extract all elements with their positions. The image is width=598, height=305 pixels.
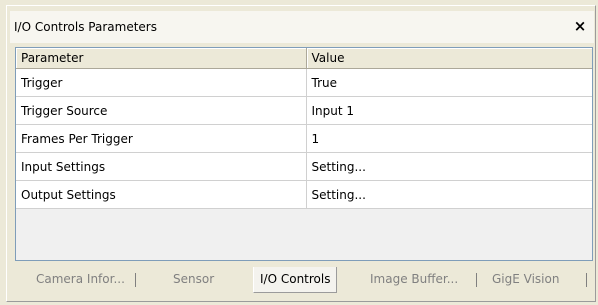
table-row[interactable]: Input Settings Setting... [16, 152, 592, 181]
parameter-grid: Parameter Value Trigger True Trigger Sou… [15, 47, 593, 261]
parameter-name-cell: Input Settings [16, 152, 307, 181]
close-icon[interactable]: × [572, 17, 588, 35]
table-row[interactable]: Trigger Source Input 1 [16, 96, 592, 125]
tab-image-buffer[interactable]: Image Buffer... [370, 268, 458, 292]
panel-title: I/O Controls Parameters [14, 20, 157, 34]
tab-camera-info[interactable]: Camera Infor... [36, 268, 125, 292]
title-bar: I/O Controls Parameters × [10, 11, 594, 43]
parameter-value-cell[interactable]: Input 1 [306, 96, 592, 125]
tab-separator [135, 273, 136, 287]
parameter-table: Parameter Value Trigger True Trigger Sou… [16, 48, 592, 209]
parameter-value-cell[interactable]: True [306, 68, 592, 97]
parameter-name-cell: Output Settings [16, 180, 307, 209]
tab-strip: Camera Infor... Sensor I/O Controls Imag… [10, 262, 594, 298]
table-row[interactable]: Output Settings Setting... [16, 180, 592, 209]
tab-gige-vision[interactable]: GigE Vision [492, 268, 559, 292]
column-header-parameter[interactable]: Parameter [16, 48, 307, 69]
parameter-value-cell[interactable]: Setting... [306, 180, 592, 209]
tab-io-controls[interactable]: I/O Controls [253, 267, 338, 293]
parameter-name-cell: Trigger [16, 68, 307, 97]
parameter-name-cell: Trigger Source [16, 96, 307, 125]
tab-separator [476, 273, 477, 287]
table-row[interactable]: Frames Per Trigger 1 [16, 124, 592, 153]
io-controls-panel: I/O Controls Parameters × Parameter Valu… [0, 0, 598, 305]
parameter-value-cell[interactable]: Setting... [306, 152, 592, 181]
table-row[interactable]: Trigger True [16, 68, 592, 97]
parameter-name-cell: Frames Per Trigger [16, 124, 307, 153]
tab-sensor[interactable]: Sensor [173, 268, 214, 292]
tab-separator [586, 273, 587, 287]
parameter-value-cell[interactable]: 1 [306, 124, 592, 153]
column-header-value[interactable]: Value [306, 48, 592, 69]
table-header-row: Parameter Value [16, 48, 592, 69]
